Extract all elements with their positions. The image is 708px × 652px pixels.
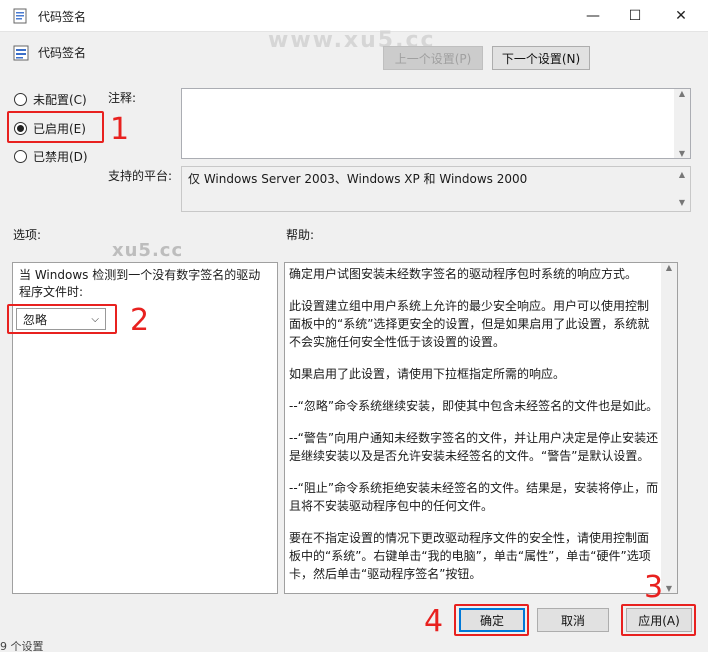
minimize-button[interactable]: —: [570, 0, 616, 32]
radio-circle[interactable]: [14, 93, 27, 106]
help-paragraph: 要在不指定设置的情况下更改驱动程序文件的安全性，请使用控制面板中的“系统”。右键…: [289, 531, 651, 581]
help-text: 确定用户试图安装未经数字签名的驱动程序包时系统的响应方式。 此设置建立组中用户系…: [289, 265, 659, 593]
platform-value: 仅 Windows Server 2003、Windows XP 和 Windo…: [188, 172, 528, 186]
policy-icon: [13, 45, 29, 61]
radio-label: 已禁用(D): [33, 150, 88, 164]
help-paragraph: --“阻止”命令系统拒绝安装未经签名的文件。结果是，安装将停止，而且将不安装驱动…: [289, 481, 659, 513]
window-title: 代码签名: [38, 10, 87, 24]
annotation-number: 2: [130, 303, 150, 338]
scroll-down-icon[interactable]: ▼: [679, 195, 685, 211]
apply-button[interactable]: 应用(A): [626, 608, 692, 632]
maximize-button[interactable]: ☐: [612, 0, 658, 32]
maximize-icon: ☐: [628, 8, 642, 24]
annotation-number: 3: [644, 570, 664, 605]
comment-scrollbar[interactable]: ▲ ▼: [674, 89, 690, 158]
policy-name: 代码签名: [38, 46, 87, 60]
comment-textarea[interactable]: ▲ ▼: [181, 88, 691, 159]
annotation-number: 4: [424, 604, 444, 639]
comment-label: 注释:: [108, 91, 137, 105]
next-setting-button[interactable]: 下一个设置(N): [492, 46, 590, 70]
signing-action-select[interactable]: 忽略 ⌵: [16, 308, 106, 330]
select-value: 忽略: [23, 312, 48, 327]
help-paragraph: 此设置建立组中用户系统上允许的最少安全响应。用户可以使用控制面板中的“系统”选择…: [289, 299, 650, 349]
radio-disabled[interactable]: 已禁用(D): [14, 148, 88, 165]
radio-not-configured[interactable]: 未配置(C): [14, 91, 87, 108]
scroll-down-icon[interactable]: ▼: [679, 149, 685, 158]
help-paragraph: 如果启用了此设置，请使用下拉框指定所需的响应。: [289, 367, 566, 381]
radio-label: 未配置(C): [33, 93, 87, 107]
scroll-up-icon[interactable]: ▲: [666, 263, 672, 272]
platform-label: 支持的平台:: [108, 169, 173, 183]
help-panel: 确定用户试图安装未经数字签名的驱动程序包时系统的响应方式。 此设置建立组中用户系…: [284, 262, 678, 594]
annotation-number: 1: [110, 112, 130, 147]
help-scrollbar[interactable]: ▲ ▼: [661, 263, 677, 593]
platform-box: 仅 Windows Server 2003、Windows XP 和 Windo…: [181, 166, 691, 212]
options-header: 选项:: [13, 228, 42, 242]
platform-scrollbar[interactable]: ▲ ▼: [674, 167, 690, 211]
ok-button[interactable]: 确定: [459, 608, 525, 632]
help-paragraph: 确定用户试图安装未经数字签名的驱动程序包时系统的响应方式。: [289, 267, 638, 281]
minimize-icon: —: [586, 8, 600, 24]
options-text: 当 Windows 检测到一个没有数字签名的驱动程序文件时:: [19, 268, 261, 299]
cancel-button[interactable]: 取消: [537, 608, 609, 632]
chevron-down-icon: ⌵: [91, 313, 99, 325]
prev-setting-button[interactable]: 上一个设置(P): [383, 46, 483, 70]
close-icon: ✕: [675, 8, 687, 24]
help-paragraph: --“忽略”命令系统继续安装，即使其中包含未经签名的文件也是如此。: [289, 399, 659, 413]
close-button[interactable]: ✕: [658, 0, 704, 32]
radio-enabled[interactable]: 已启用(E): [14, 120, 86, 137]
status-text: 9 个设置: [0, 640, 44, 652]
radio-circle-checked[interactable]: [14, 122, 27, 135]
help-header: 帮助:: [286, 228, 315, 242]
scroll-up-icon[interactable]: ▲: [679, 89, 685, 98]
help-paragraph: --“警告”向用户通知未经数字签名的文件，并让用户决定是停止安装还是继续安装以及…: [289, 431, 659, 463]
radio-circle[interactable]: [14, 150, 27, 163]
policy-window-icon: [13, 8, 27, 24]
scroll-up-icon[interactable]: ▲: [679, 167, 685, 183]
radio-label: 已启用(E): [33, 122, 86, 136]
watermark: xu5.cc: [112, 240, 184, 261]
scroll-down-icon[interactable]: ▼: [666, 584, 672, 593]
